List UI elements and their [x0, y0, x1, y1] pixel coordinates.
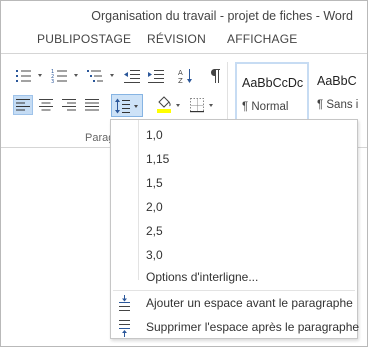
pilcrow-icon [210, 69, 220, 83]
paint-bucket-icon [157, 96, 180, 113]
menu-item-label: 1,5 [146, 176, 163, 190]
tab-revision[interactable]: RÉVISION [147, 32, 206, 46]
ribbon-tabs: PUBLIPOSTAGE RÉVISION AFFICHAGE [1, 29, 367, 51]
decrease-indent-icon [124, 70, 140, 83]
increase-indent-button[interactable] [145, 66, 167, 86]
style-no-spacing-preview: AaBbC [317, 74, 357, 88]
menu-item-spacing-3-0[interactable]: 3,0 [111, 244, 357, 268]
line-spacing-button[interactable] [111, 94, 143, 117]
menu-item-label: Ajouter un espace avant le paragraphe [146, 296, 353, 310]
borders-button[interactable] [187, 95, 217, 115]
numbering-icon: 1 2 3 [51, 69, 78, 84]
menu-item-label: Options d'interligne... [146, 270, 259, 284]
menu-item-spacing-1-5[interactable]: 1,5 [111, 172, 357, 196]
svg-text:Z: Z [178, 77, 183, 85]
title-bar: Organisation du travail - projet de fich… [1, 1, 367, 29]
word-window: Organisation du travail - projet de fich… [0, 0, 368, 347]
line-spacing-icon [115, 98, 138, 113]
tab-publipostage[interactable]: PUBLIPOSTAGE [37, 32, 131, 46]
style-no-spacing[interactable]: AaBbC ¶ Sans i [312, 62, 367, 122]
align-center-icon [39, 99, 53, 111]
align-left-icon [16, 99, 30, 111]
add-space-before-icon [115, 295, 135, 313]
align-right-icon [62, 99, 76, 111]
borders-icon [190, 98, 213, 113]
line-spacing-menu: 1,0 1,15 1,5 2,0 2,5 3,0 Options d'inter… [110, 119, 360, 340]
bullets-button[interactable] [13, 66, 47, 86]
sort-icon: A Z [178, 69, 192, 85]
menu-item-spacing-2-0[interactable]: 2,0 [111, 196, 357, 220]
multilevel-list-button[interactable] [85, 66, 119, 86]
align-center-button[interactable] [36, 95, 56, 115]
tab-affichage[interactable]: AFFICHAGE [227, 32, 297, 46]
style-no-spacing-name: ¶ Sans i [317, 99, 359, 111]
sort-button[interactable]: A Z [175, 66, 197, 86]
style-normal-name: ¶ Normal [242, 101, 289, 113]
svg-text:A: A [178, 69, 183, 77]
decrease-indent-button[interactable] [121, 66, 143, 86]
menu-separator [113, 290, 355, 291]
menu-item-spacing-1-15[interactable]: 1,15 [111, 148, 357, 172]
align-left-button[interactable] [13, 95, 33, 115]
remove-space-after-icon [115, 319, 135, 337]
menu-item-label: 2,0 [146, 200, 163, 214]
menu-item-label: 1,15 [146, 152, 170, 166]
window-title: Organisation du travail - projet de fich… [91, 9, 353, 23]
menu-item-spacing-2-5[interactable]: 2,5 [111, 220, 357, 244]
menu-item-label: 3,0 [146, 248, 163, 262]
show-formatting-button[interactable] [205, 66, 225, 86]
menu-item-label: 2,5 [146, 224, 163, 238]
svg-text:3: 3 [51, 79, 54, 84]
menu-item-add-space-before[interactable]: Ajouter un espace avant le paragraphe [111, 292, 357, 316]
multilevel-list-icon [87, 70, 114, 82]
bullets-icon [16, 70, 42, 82]
shading-button[interactable] [154, 95, 184, 115]
justify-icon [85, 99, 99, 111]
menu-item-remove-space-after[interactable]: Supprimer l'espace après le paragraphe [111, 316, 360, 340]
menu-item-spacing-1-0[interactable]: 1,0 [111, 124, 357, 148]
menu-item-line-spacing-options[interactable]: Options d'interligne... [111, 266, 357, 290]
numbering-button[interactable]: 1 2 3 [49, 66, 83, 86]
justify-button[interactable] [82, 95, 102, 115]
style-normal[interactable]: AaBbCcDc ¶ Normal [235, 62, 309, 122]
menu-item-label: Supprimer l'espace après le paragraphe [146, 320, 360, 334]
menu-item-label: 1,0 [146, 128, 163, 142]
style-normal-preview: AaBbCcDc [242, 76, 304, 90]
increase-indent-icon [148, 70, 164, 83]
align-right-button[interactable] [59, 95, 79, 115]
